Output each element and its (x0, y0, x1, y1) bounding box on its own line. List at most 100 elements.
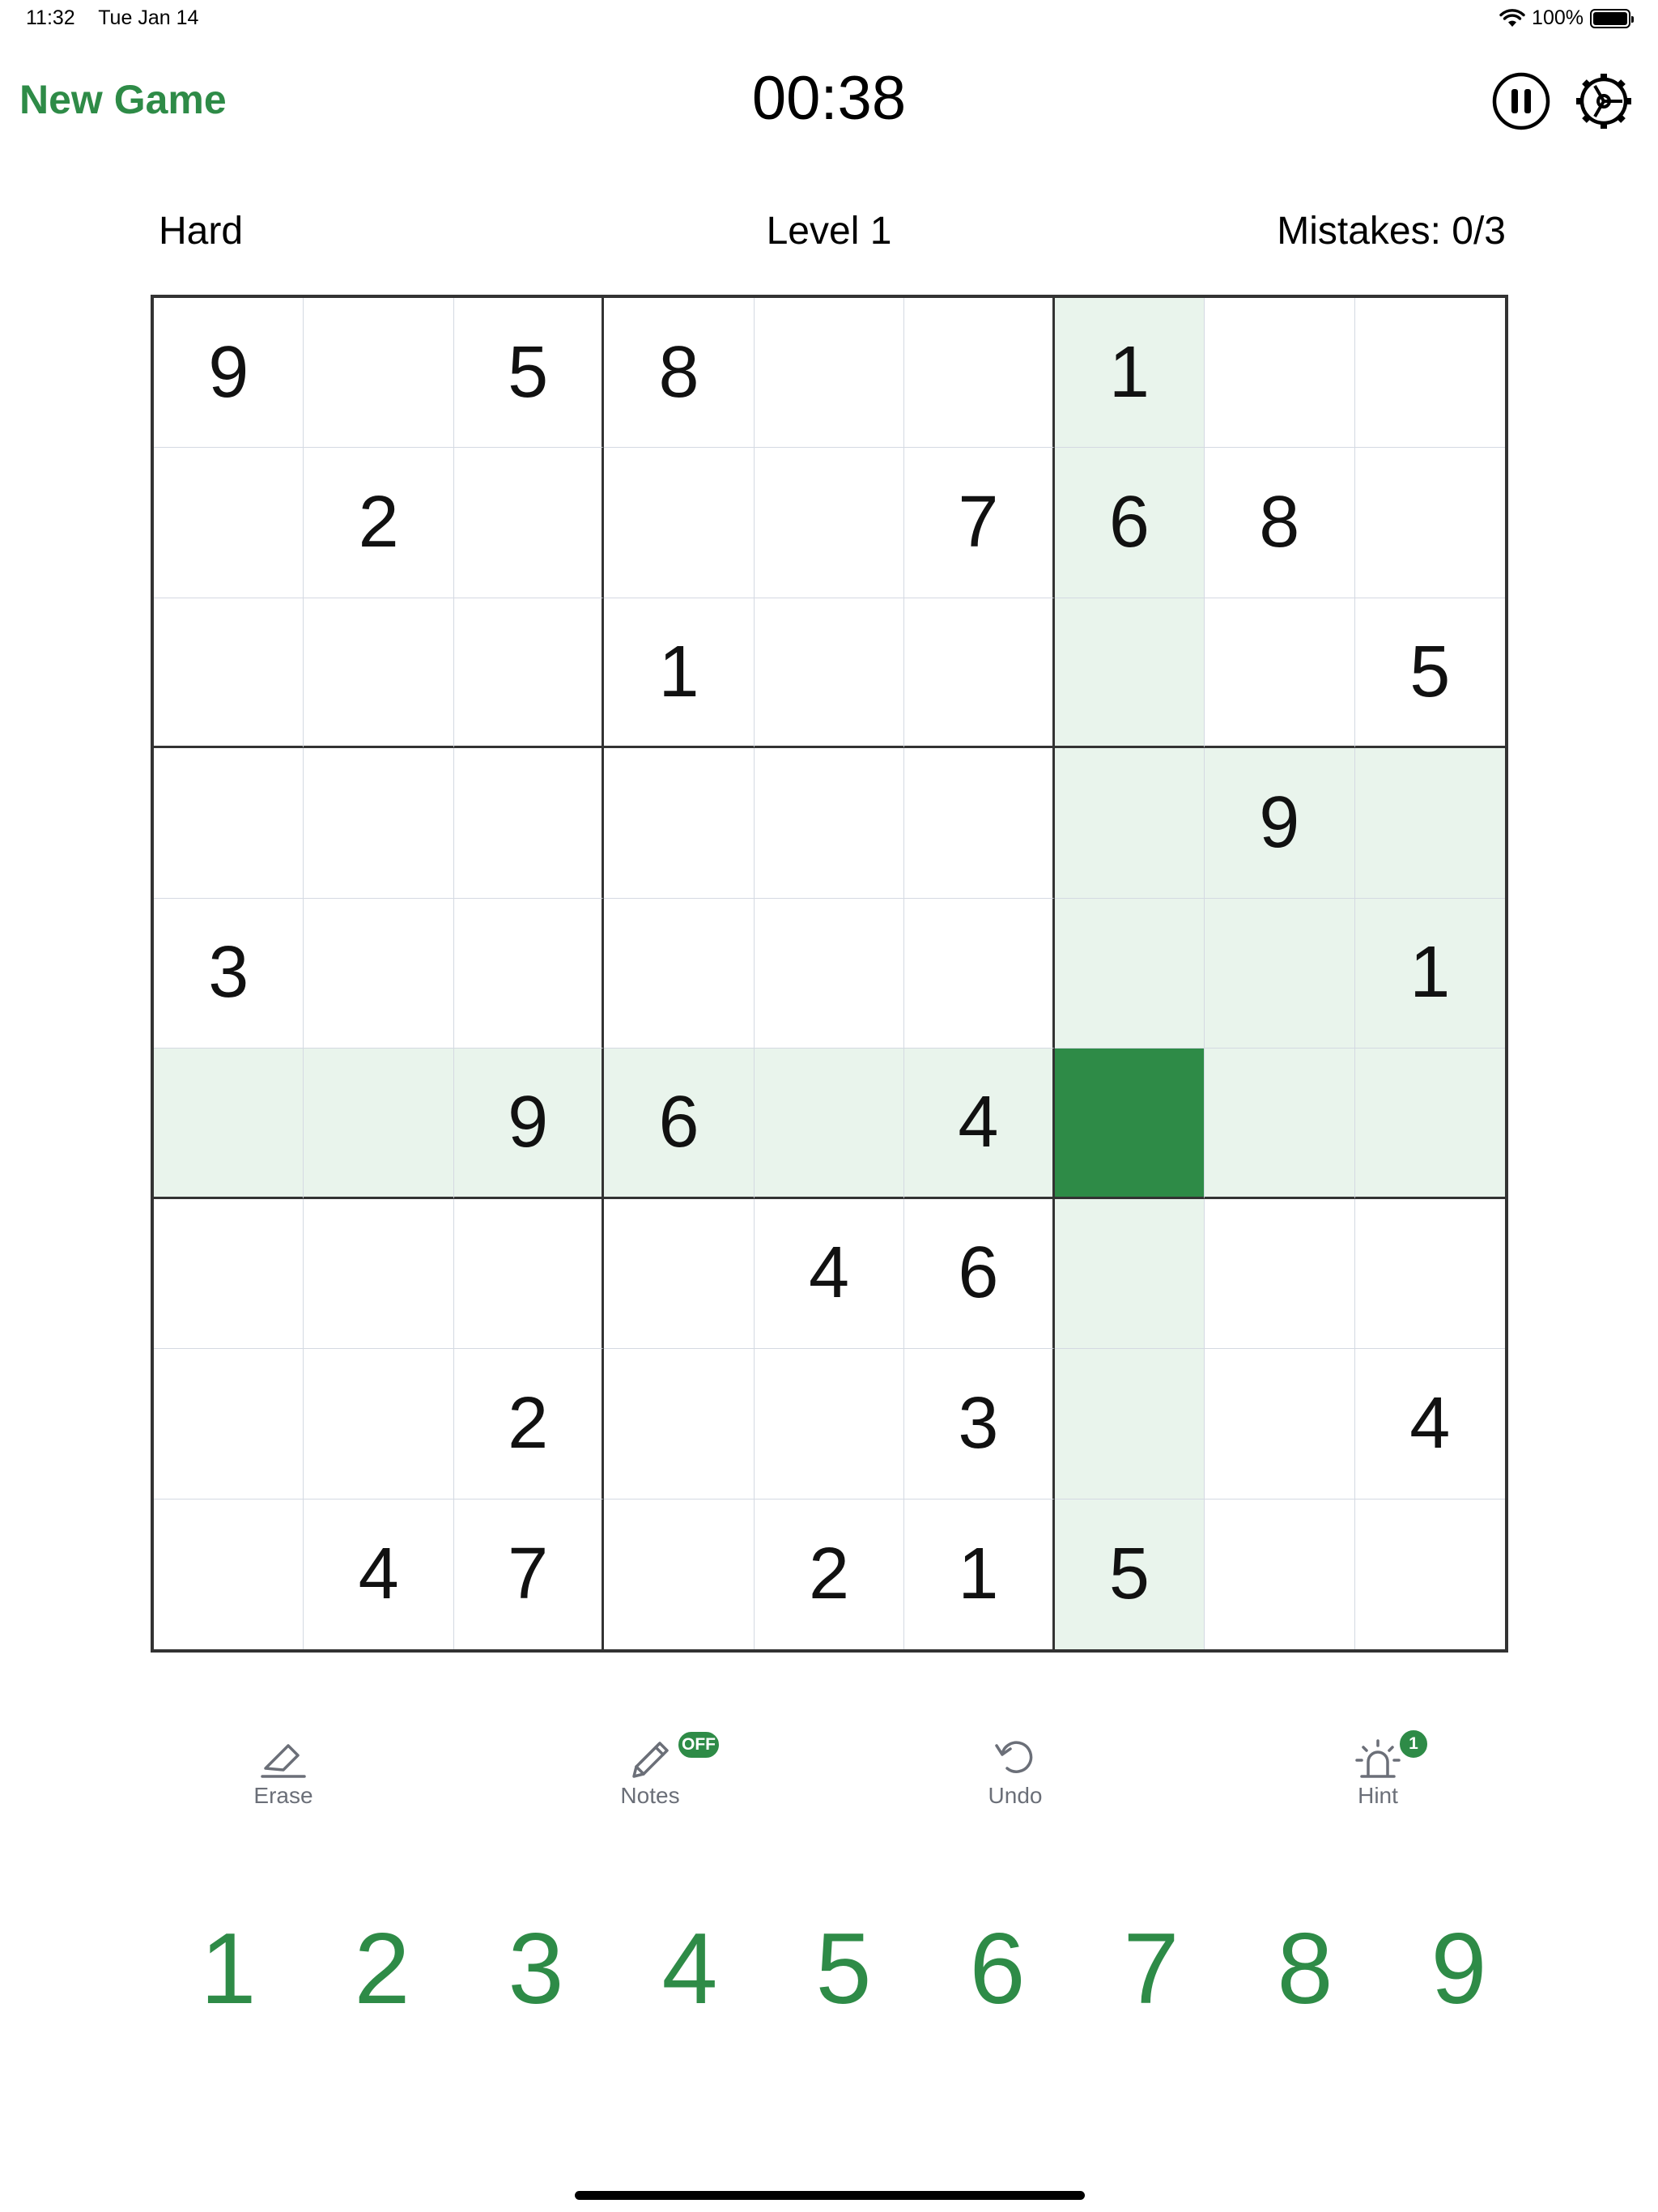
sudoku-cell-r4c7[interactable] (1054, 748, 1205, 899)
sudoku-cell-r5c4[interactable] (604, 898, 755, 1049)
sudoku-cell-r6c6[interactable]: 4 (904, 1049, 1055, 1199)
sudoku-cell-r9c6[interactable]: 1 (904, 1499, 1055, 1649)
sudoku-cell-r4c8[interactable]: 9 (1205, 748, 1355, 899)
sudoku-cell-r5c8[interactable] (1205, 898, 1355, 1049)
sudoku-cell-r8c4[interactable] (604, 1349, 755, 1499)
erase-button[interactable]: Erase (202, 1733, 364, 1809)
sudoku-cell-r5c5[interactable] (754, 898, 905, 1049)
status-time: 11:32 (26, 6, 75, 29)
number-button-8[interactable]: 8 (1256, 1912, 1354, 2026)
sudoku-cell-r7c7[interactable] (1054, 1198, 1205, 1350)
sudoku-cell-r3c6[interactable] (904, 598, 1055, 749)
sudoku-cell-r1c8[interactable] (1205, 298, 1355, 449)
sudoku-cell-r1c5[interactable] (754, 298, 905, 449)
sudoku-cell-r3c2[interactable] (304, 598, 454, 749)
sudoku-cell-r4c6[interactable] (904, 748, 1055, 899)
sudoku-cell-r2c7[interactable]: 6 (1054, 448, 1205, 598)
sudoku-cell-r2c3[interactable] (453, 448, 605, 598)
sudoku-cell-r7c6[interactable]: 6 (904, 1198, 1055, 1350)
sudoku-cell-r1c4[interactable]: 8 (604, 298, 755, 449)
sudoku-cell-r1c6[interactable] (904, 298, 1055, 449)
sudoku-cell-r6c8[interactable] (1205, 1049, 1355, 1199)
number-button-5[interactable]: 5 (795, 1912, 892, 2026)
sudoku-cell-r3c9[interactable]: 5 (1354, 598, 1505, 749)
sudoku-cell-r1c2[interactable] (304, 298, 454, 449)
number-button-3[interactable]: 3 (487, 1912, 585, 2026)
sudoku-cell-r6c4[interactable]: 6 (604, 1049, 755, 1199)
sudoku-cell-r4c3[interactable] (453, 748, 605, 899)
sudoku-cell-r7c1[interactable] (154, 1198, 304, 1350)
sudoku-cell-r5c2[interactable] (304, 898, 454, 1049)
sudoku-cell-r7c3[interactable] (453, 1198, 605, 1350)
sudoku-cell-r9c7[interactable]: 5 (1054, 1499, 1205, 1649)
sudoku-cell-r9c9[interactable] (1355, 1499, 1505, 1649)
sudoku-cell-r7c2[interactable] (304, 1198, 454, 1350)
sudoku-cell-r4c1[interactable] (154, 748, 304, 899)
sudoku-cell-r1c7[interactable]: 1 (1054, 298, 1205, 449)
sudoku-cell-r1c1[interactable]: 9 (154, 298, 304, 449)
sudoku-cell-r3c5[interactable] (754, 598, 905, 749)
sudoku-cell-r5c9[interactable]: 1 (1354, 898, 1505, 1049)
pause-icon (1492, 72, 1550, 130)
sudoku-cell-r8c6[interactable]: 3 (904, 1349, 1055, 1499)
sudoku-cell-r8c1[interactable] (154, 1349, 304, 1499)
sudoku-cell-r6c3[interactable]: 9 (453, 1049, 605, 1199)
sudoku-cell-r3c3[interactable] (453, 598, 605, 749)
sudoku-cell-r9c4[interactable] (604, 1499, 755, 1649)
sudoku-cell-r5c1[interactable]: 3 (154, 898, 304, 1049)
sudoku-cell-r6c1[interactable] (154, 1049, 304, 1199)
sudoku-cell-r5c6[interactable] (904, 898, 1055, 1049)
sudoku-cell-r2c4[interactable] (604, 448, 755, 598)
sudoku-cell-r9c2[interactable]: 4 (304, 1499, 454, 1649)
number-button-6[interactable]: 6 (949, 1912, 1046, 2026)
sudoku-cell-r9c1[interactable] (154, 1499, 304, 1649)
sudoku-cell-r4c5[interactable] (754, 748, 905, 899)
sudoku-cell-r6c5[interactable] (754, 1049, 905, 1199)
sudoku-cell-r2c5[interactable] (754, 448, 905, 598)
number-button-4[interactable]: 4 (641, 1912, 738, 2026)
sudoku-cell-r7c4[interactable] (604, 1198, 755, 1350)
sudoku-cell-r3c8[interactable] (1205, 598, 1355, 749)
sudoku-cell-r2c1[interactable] (154, 448, 304, 598)
sudoku-cell-r8c7[interactable] (1054, 1349, 1205, 1499)
sudoku-cell-r4c9[interactable] (1354, 748, 1505, 899)
sudoku-cell-r8c3[interactable]: 2 (453, 1349, 605, 1499)
notes-button[interactable]: Notes OFF (569, 1729, 731, 1809)
sudoku-cell-r4c4[interactable] (604, 748, 755, 899)
sudoku-cell-r8c8[interactable] (1205, 1349, 1355, 1499)
sudoku-cell-r7c5[interactable]: 4 (754, 1198, 905, 1350)
sudoku-cell-r8c5[interactable] (754, 1349, 905, 1499)
pause-button[interactable] (1491, 71, 1551, 131)
sudoku-cell-r5c3[interactable] (453, 898, 605, 1049)
sudoku-cell-r2c8[interactable]: 8 (1205, 448, 1355, 598)
sudoku-cell-r5c7[interactable] (1054, 898, 1205, 1049)
sudoku-cell-r2c9[interactable] (1354, 448, 1505, 598)
sudoku-cell-r9c3[interactable]: 7 (454, 1499, 605, 1649)
number-button-7[interactable]: 7 (1103, 1912, 1200, 2026)
undo-label: Undo (988, 1783, 1043, 1808)
sudoku-cell-r6c7[interactable] (1054, 1049, 1205, 1199)
number-button-2[interactable]: 2 (334, 1912, 431, 2026)
sudoku-cell-r8c9[interactable]: 4 (1354, 1349, 1505, 1499)
sudoku-cell-r2c2[interactable]: 2 (304, 448, 454, 598)
sudoku-cell-r6c9[interactable] (1354, 1049, 1505, 1199)
number-button-9[interactable]: 9 (1410, 1912, 1507, 2026)
sudoku-cell-r9c8[interactable] (1205, 1499, 1355, 1649)
sudoku-cell-r1c3[interactable]: 5 (453, 298, 605, 449)
sudoku-cell-r4c2[interactable] (304, 748, 454, 899)
settings-button[interactable] (1574, 71, 1634, 131)
sudoku-cell-r3c1[interactable] (154, 598, 304, 749)
sudoku-cell-r3c7[interactable] (1054, 598, 1205, 749)
number-button-1[interactable]: 1 (180, 1912, 277, 2026)
sudoku-cell-r8c2[interactable] (304, 1349, 454, 1499)
sudoku-cell-r9c5[interactable]: 2 (755, 1499, 905, 1649)
sudoku-cell-r1c9[interactable] (1354, 298, 1505, 449)
sudoku-cell-r3c4[interactable]: 1 (604, 598, 755, 749)
sudoku-cell-r6c2[interactable] (304, 1049, 454, 1199)
hint-button[interactable]: Hint 1 (1297, 1728, 1459, 1809)
home-indicator[interactable] (575, 2191, 1085, 2200)
undo-button[interactable]: Undo (934, 1733, 1096, 1809)
sudoku-cell-r2c6[interactable]: 7 (904, 448, 1055, 598)
sudoku-cell-r7c9[interactable] (1354, 1199, 1505, 1350)
sudoku-cell-r7c8[interactable] (1205, 1198, 1355, 1350)
